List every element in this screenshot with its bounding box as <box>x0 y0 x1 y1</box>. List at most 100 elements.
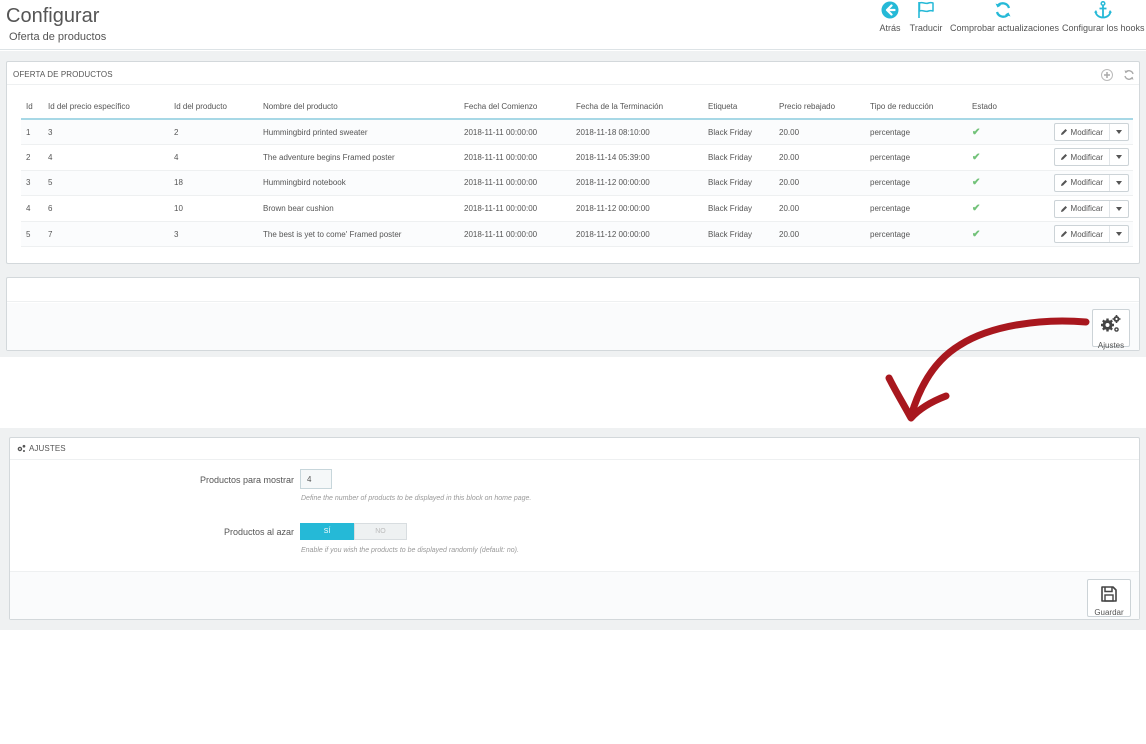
table-cell-type: percentage <box>865 195 967 222</box>
edit-button-group: Modificar <box>1053 148 1129 167</box>
table-cell-id: 5 <box>21 221 43 248</box>
table-row[interactable]: 5 7 3 The best is yet to come' Framed poste… <box>21 221 1133 248</box>
translate-button[interactable]: Traducir <box>908 0 944 33</box>
check-icon[interactable]: ✔ <box>972 229 980 240</box>
check-updates-label: Comprobar actualizaciones <box>950 23 1060 33</box>
random-products-label: Productos al azar <box>223 527 294 537</box>
pencil-icon <box>1060 129 1067 136</box>
edit-dropdown-toggle[interactable] <box>1110 155 1128 160</box>
status-cell: ✔ <box>967 170 1039 197</box>
column-header[interactable]: Fecha del Comienzo <box>459 95 571 120</box>
random-products-help: Enable if you wish the products to be di… <box>301 547 519 554</box>
table-cell-start: 2018-11-11 00:00:00 <box>459 221 571 248</box>
table-cell-name: The adventure begins Framed poster <box>258 144 459 171</box>
column-header[interactable]: Id del precio específico <box>43 95 169 120</box>
table-cell-start: 2018-11-11 00:00:00 <box>459 119 571 146</box>
column-header[interactable]: Nombre del producto <box>258 95 459 120</box>
column-header-actions <box>1039 95 1133 120</box>
column-header[interactable]: Precio rebajado <box>774 95 865 120</box>
table-row[interactable]: 4 6 10 Brown bear cushion 2018-11-11 00:00:0… <box>21 195 1133 222</box>
check-icon[interactable]: ✔ <box>972 203 980 214</box>
table-cell-type: percentage <box>865 144 967 171</box>
table-row[interactable]: 3 5 18 Hummingbird notebook 2018-11-11 00:00… <box>21 170 1133 197</box>
offers-table: Id Id del precio específico Id del produ… <box>21 95 1133 248</box>
column-header[interactable]: Etiqueta <box>703 95 774 120</box>
configure-hooks-label: Configurar los hooks <box>1062 23 1145 33</box>
check-icon[interactable]: ✔ <box>972 177 980 188</box>
back-button[interactable]: Atrás <box>877 0 903 33</box>
settings-button-label: Ajustes <box>1097 341 1125 350</box>
actions-cell: Modificar <box>1039 170 1133 197</box>
table-header-row: Id Id del precio específico Id del produ… <box>21 95 1133 120</box>
edit-button-group: Modificar <box>1053 199 1129 218</box>
column-header[interactable]: Id del producto <box>169 95 258 120</box>
arrow-left-circle-icon <box>881 1 899 19</box>
table-cell-start: 2018-11-11 00:00:00 <box>459 195 571 222</box>
table-cell-name: Hummingbird notebook <box>258 170 459 197</box>
random-products-switch[interactable]: SÍ NO <box>300 523 407 540</box>
save-button[interactable]: Guardar <box>1087 579 1131 617</box>
edit-dropdown-toggle[interactable] <box>1110 232 1128 237</box>
edit-dropdown-toggle[interactable] <box>1110 206 1128 211</box>
floppy-disk-icon <box>1101 586 1117 602</box>
column-header[interactable]: Tipo de reducción <box>865 95 967 120</box>
edit-button[interactable]: Modificar <box>1055 200 1110 217</box>
actions-cell: Modificar <box>1039 221 1133 248</box>
offers-panel-title: OFERTA DE PRODUCTOS <box>7 62 1139 85</box>
products-count-label: Productos para mostrar <box>199 475 294 485</box>
switch-no-option[interactable]: NO <box>354 523 407 540</box>
edit-dropdown-toggle[interactable] <box>1110 180 1128 185</box>
check-updates-button[interactable]: Comprobar actualizaciones <box>950 0 1060 33</box>
module-panel: Ajustes <box>6 277 1140 351</box>
table-cell-product-id: 18 <box>169 170 258 197</box>
edit-button-group: Modificar <box>1053 173 1129 192</box>
products-count-help: Define the number of products to be disp… <box>301 495 532 502</box>
configure-hooks-button[interactable]: Configurar los hooks <box>1062 0 1145 33</box>
column-header[interactable]: Estado <box>967 95 1039 120</box>
table-row[interactable]: 1 3 2 Hummingbird printed sweater 2018-11-11… <box>21 119 1133 146</box>
add-icon[interactable] <box>1100 69 1113 81</box>
table-cell-start: 2018-11-11 00:00:00 <box>459 170 571 197</box>
table-cell-label: Black Friday <box>703 195 774 222</box>
column-header[interactable]: Id <box>21 95 43 120</box>
table-cell-start: 2018-11-11 00:00:00 <box>459 144 571 171</box>
refresh-list-icon[interactable] <box>1123 69 1135 81</box>
switch-yes-option[interactable]: SÍ <box>300 523 354 540</box>
edit-dropdown-toggle[interactable] <box>1110 130 1128 135</box>
offers-panel-actions <box>1095 68 1135 86</box>
table-cell-name: Brown bear cushion <box>258 195 459 222</box>
check-icon[interactable]: ✔ <box>972 152 980 163</box>
edit-button[interactable]: Modificar <box>1055 226 1110 243</box>
table-cell-end: 2018-11-12 00:00:00 <box>571 170 703 197</box>
settings-panel-header: AJUSTES <box>10 438 1139 460</box>
table-cell-price: 20.00 <box>774 119 865 146</box>
settings-button[interactable]: Ajustes <box>1092 309 1130 350</box>
pencil-icon <box>1060 179 1067 186</box>
check-icon[interactable]: ✔ <box>972 127 980 138</box>
translate-label: Traducir <box>909 23 943 33</box>
table-cell-end: 2018-11-12 00:00:00 <box>571 221 703 248</box>
edit-button[interactable]: Modificar <box>1055 149 1110 166</box>
products-count-input[interactable] <box>300 469 332 489</box>
pencil-icon <box>1060 231 1067 238</box>
page-title: Configurar <box>6 5 100 27</box>
actions-cell: Modificar <box>1039 144 1133 171</box>
table-cell-name: The best is yet to come' Framed poster <box>258 221 459 248</box>
actions-cell: Modificar <box>1039 119 1133 146</box>
edit-button[interactable]: Modificar <box>1055 174 1110 191</box>
table-cell-product-id: 3 <box>169 221 258 248</box>
column-header[interactable]: Fecha de la Terminación <box>571 95 703 120</box>
table-cell-type: percentage <box>865 221 967 248</box>
content-area: OFERTA DE PRODUCTOS Id Id del precio esp… <box>0 51 1146 357</box>
table-cell-id: 1 <box>21 119 43 146</box>
settings-panel: AJUSTES Productos para mostrar Define th… <box>9 437 1140 620</box>
module-panel-footer <box>7 303 1139 350</box>
table-row[interactable]: 2 4 4 The adventure begins Framed poster 201… <box>21 144 1133 171</box>
edit-button[interactable]: Modificar <box>1055 124 1110 141</box>
table-cell-price: 20.00 <box>774 170 865 197</box>
status-cell: ✔ <box>967 221 1039 248</box>
table-cell-label: Black Friday <box>703 144 774 171</box>
table-cell-price: 20.00 <box>774 144 865 171</box>
table-cell-id: 3 <box>21 170 43 197</box>
caret-down-icon <box>1116 206 1122 211</box>
